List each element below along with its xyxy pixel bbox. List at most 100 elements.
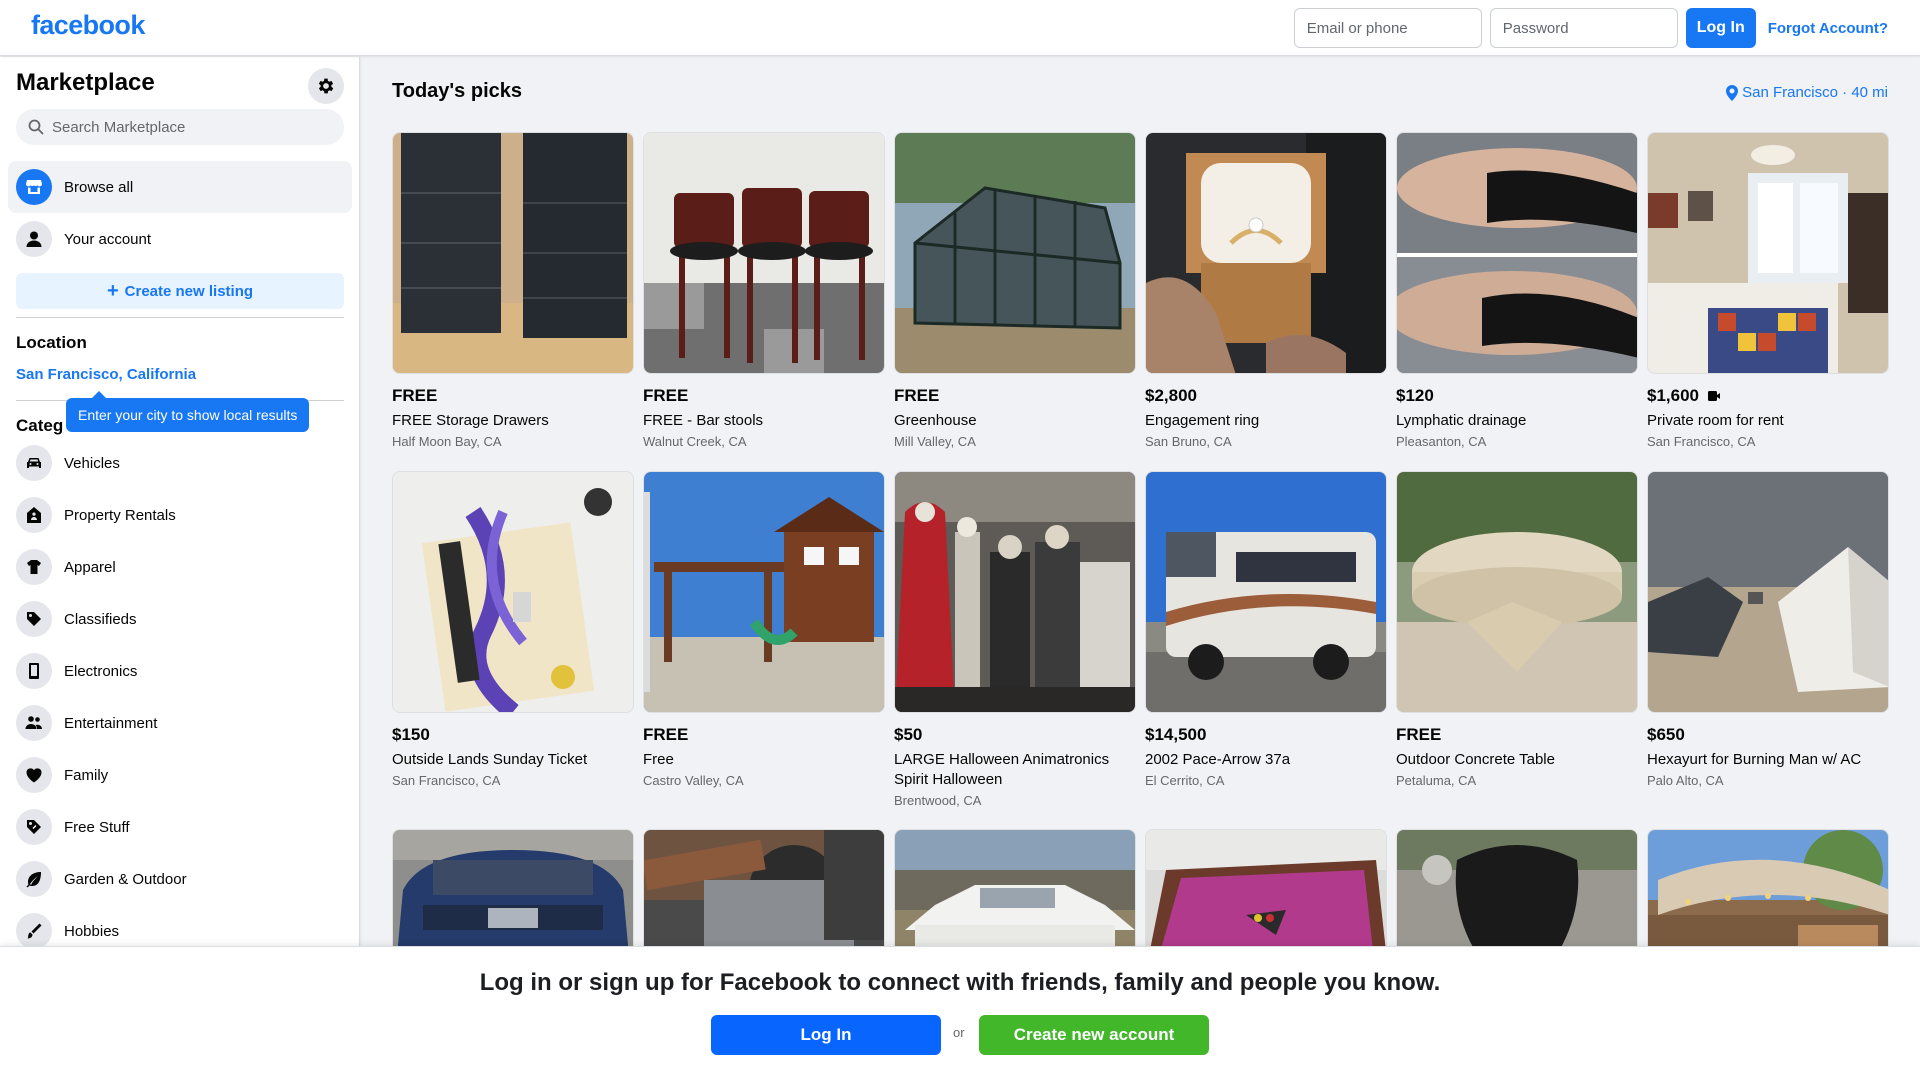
location-link[interactable]: San Francisco, California (16, 366, 196, 383)
listing-location: Petaluma, CA (1396, 773, 1477, 788)
listing-title: Free (643, 751, 674, 768)
listing-price: FREE (1396, 725, 1442, 744)
listing-price: $1,600 (1647, 386, 1699, 405)
listing-card[interactable]: $650 Hexayurt for Burning Man w/ AC Palo A… (1647, 471, 1889, 788)
category-item[interactable]: Apparel (8, 541, 352, 593)
category-item[interactable]: Garden & Outdoor (8, 853, 352, 905)
category-label: Family (64, 766, 109, 784)
listing-price-row: $150 (392, 725, 634, 745)
listing-card[interactable]: $50 LARGE Halloween Animatronics Spirit H… (894, 471, 1136, 808)
listing-title: Outdoor Concrete Table (1396, 751, 1555, 768)
listing-title: Lymphatic drainage (1396, 412, 1527, 429)
listing-location: Palo Alto, CA (1647, 773, 1724, 788)
listing-title: Engagement ring (1145, 412, 1260, 429)
listing-location: El Cerrito, CA (1145, 773, 1225, 788)
listing-card[interactable]: FREE Outdoor Concrete Table Petaluma, CA (1396, 471, 1638, 788)
listing-card[interactable]: $1,600 Private room for rent San Francisco… (1647, 132, 1889, 449)
settings-button[interactable] (308, 68, 344, 104)
listing-card[interactable]: FREE Free Castro Valley, CA (643, 471, 885, 788)
listing-location: San Bruno, CA (1145, 434, 1232, 449)
category-label: Property Rentals (64, 506, 176, 524)
listing-card[interactable]: $150 Outside Lands Sunday Ticket San Franc… (392, 471, 634, 788)
listing-card[interactable]: FREE FREE Storage Drawers Half Moon Bay, C… (392, 132, 634, 449)
phone-icon (16, 653, 52, 689)
category-item[interactable]: Family (8, 749, 352, 801)
listing-location: Mill Valley, CA (894, 434, 976, 449)
category-item[interactable]: Vehicles (8, 437, 352, 489)
listing-location: San Francisco, CA (392, 773, 501, 788)
listing-image[interactable] (392, 471, 634, 713)
listing-price-row: FREE (643, 386, 885, 406)
listing-image[interactable] (1145, 471, 1387, 713)
listing-image[interactable] (1145, 132, 1387, 374)
marketplace-search[interactable] (16, 109, 344, 145)
listing-price-row: $120 (1396, 386, 1638, 406)
listing-price: $14,500 (1145, 725, 1207, 744)
listing-price-row: $14,500 (1145, 725, 1387, 745)
categories-heading: Categ (16, 416, 64, 435)
listing-price: $650 (1647, 725, 1685, 744)
category-label: Vehicles (64, 454, 120, 472)
listing-price: FREE (643, 725, 689, 744)
listing-image[interactable] (1396, 132, 1638, 374)
password-field[interactable] (1489, 8, 1678, 48)
listing-price: $150 (392, 725, 430, 744)
facebook-logo[interactable]: facebook (31, 10, 145, 41)
listing-price: $120 (1396, 386, 1434, 405)
sidebar-divider (16, 317, 344, 318)
listing-location: Half Moon Bay, CA (392, 434, 502, 449)
listing-card[interactable]: $2,800 Engagement ring San Bruno, CA (1145, 132, 1387, 449)
listing-title: FREE Storage Drawers (392, 412, 549, 429)
email-field[interactable] (1293, 8, 1482, 48)
location-pin-icon (1726, 84, 1739, 101)
forgot-account-link[interactable]: Forgot Account? (1768, 20, 1888, 37)
your-account-item[interactable]: Your account (8, 213, 352, 265)
category-item[interactable]: Entertainment (8, 697, 352, 749)
listing-image[interactable] (894, 471, 1136, 713)
location-filter[interactable]: San Francisco · 40 mi (1726, 84, 1888, 101)
listing-title: Private room for rent (1647, 412, 1784, 429)
banner-login-button[interactable]: Log In (711, 1015, 941, 1055)
listing-image[interactable] (643, 132, 885, 374)
listing-card[interactable]: FREE Greenhouse Mill Valley, CA (894, 132, 1136, 449)
category-label: Free Stuff (64, 818, 130, 836)
location-tooltip: Enter your city to show local results (66, 391, 310, 432)
brush-icon (16, 913, 52, 949)
browse-all-item[interactable]: Browse all (8, 161, 352, 213)
location-filter-label: San Francisco · 40 mi (1742, 84, 1888, 101)
listing-location: Castro Valley, CA (643, 773, 744, 788)
banner-or-label: or (953, 1025, 965, 1040)
listing-card[interactable]: $120 Lymphatic drainage Pleasanton, CA (1396, 132, 1638, 449)
create-listing-button[interactable]: + Create new listing (16, 273, 344, 309)
login-form: Log In Forgot Account? (1293, 8, 1888, 48)
page-title: Today's picks (392, 80, 522, 102)
listing-card[interactable]: FREE FREE - Bar stools Walnut Creek, CA (643, 132, 885, 449)
listing-card[interactable]: $14,500 2002 Pace-Arrow 37a El Cerrito, CA (1145, 471, 1387, 788)
header-login-button[interactable]: Log In (1685, 8, 1756, 48)
location-heading: Location (16, 333, 87, 352)
your-account-label: Your account (64, 230, 152, 248)
shirt-icon (16, 549, 52, 585)
listing-title: 2002 Pace-Arrow 37a (1145, 751, 1291, 768)
search-input[interactable] (52, 118, 332, 136)
create-account-button[interactable]: Create new account (979, 1015, 1209, 1055)
listing-price-row: FREE (392, 386, 634, 406)
listing-image[interactable] (1396, 471, 1638, 713)
listing-location: San Francisco, CA (1647, 434, 1756, 449)
people-icon (16, 705, 52, 741)
category-item[interactable]: Free Stuff (8, 801, 352, 853)
category-item[interactable]: Property Rentals (8, 489, 352, 541)
listing-price-row: $1,600 (1647, 386, 1889, 406)
listing-image[interactable] (1647, 471, 1889, 713)
heart-icon (16, 757, 52, 793)
listing-image[interactable] (1647, 132, 1889, 374)
listing-image[interactable] (392, 132, 634, 374)
banner-message: Log in or sign up for Facebook to connec… (479, 969, 1441, 996)
listing-image[interactable] (894, 132, 1136, 374)
listing-price-row: $2,800 (1145, 386, 1387, 406)
category-item[interactable]: Classifieds (8, 593, 352, 645)
leaf-icon (16, 861, 52, 897)
listing-price: $50 (894, 725, 923, 744)
listing-image[interactable] (643, 471, 885, 713)
category-item[interactable]: Electronics (8, 645, 352, 697)
